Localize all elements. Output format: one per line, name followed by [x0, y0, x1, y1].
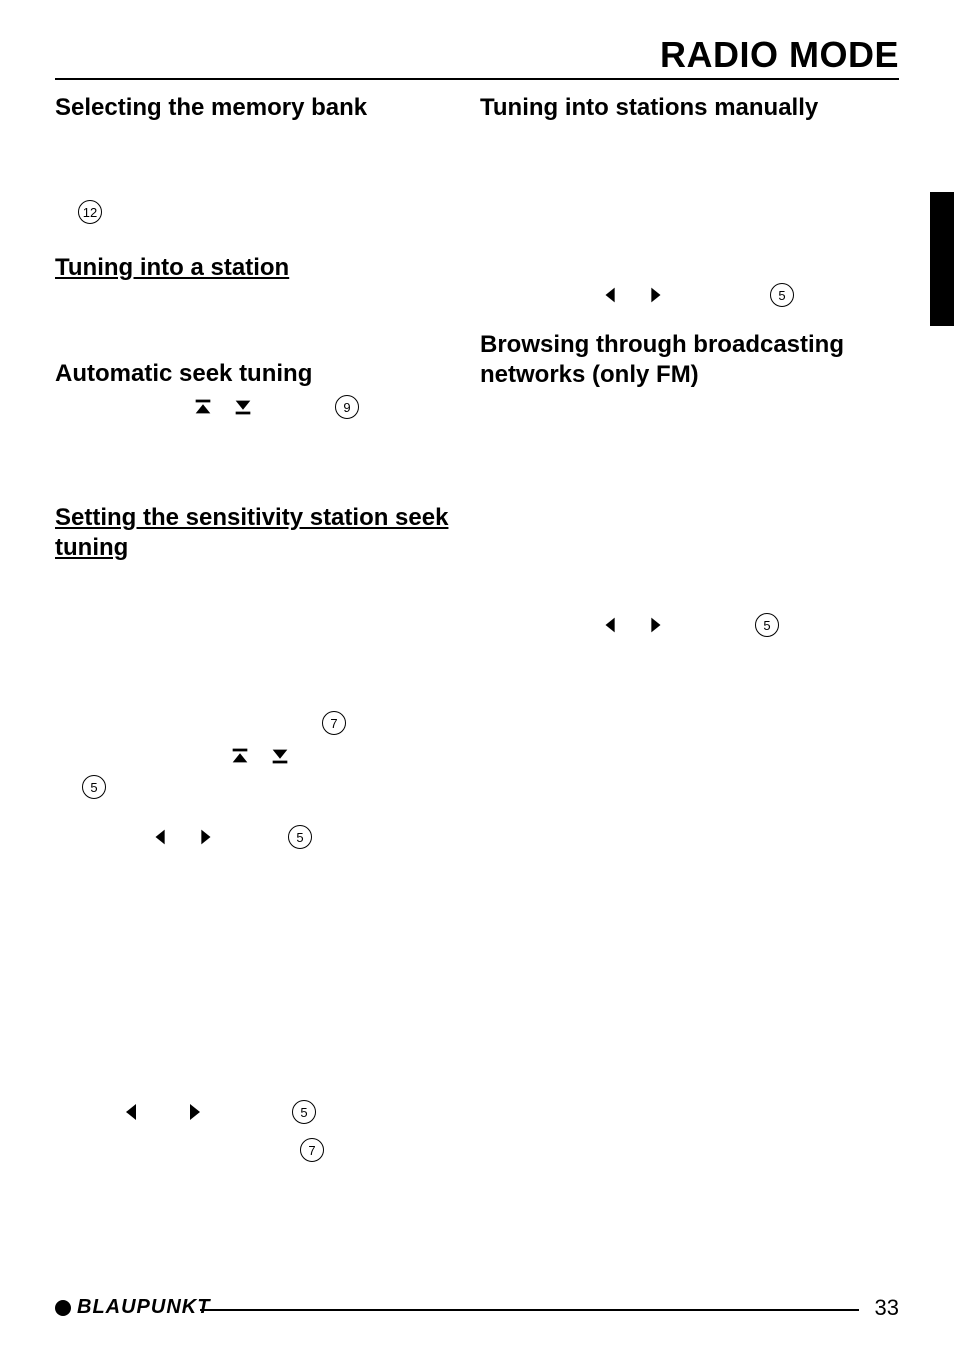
heading-memory-bank: Selecting the memory bank — [55, 93, 455, 123]
footer-divider — [200, 1309, 859, 1311]
heading-browsing-wrap: Browsing through broadcasting networks (… — [480, 330, 880, 390]
chevron-left-icon — [600, 284, 622, 306]
chevron-up-bar-icon — [192, 396, 214, 418]
chevron-down-bar-icon — [269, 745, 291, 767]
auto-seek-controls: 9 — [192, 395, 359, 419]
page-number: 33 — [875, 1295, 899, 1321]
heading-auto-seek: Automatic seek tuning — [55, 359, 312, 389]
reference-12: 12 — [78, 200, 102, 224]
circled-number-7: 7 — [300, 1138, 324, 1162]
chevron-right-icon — [182, 1100, 206, 1124]
circled-number-7: 7 — [322, 711, 346, 735]
header-divider — [55, 78, 899, 80]
circled-number-12: 12 — [78, 200, 102, 224]
heading-auto-seek-wrap: Automatic seek tuning — [55, 359, 312, 389]
reference-7b: 7 — [300, 1138, 324, 1162]
chevron-down-bar-icon — [232, 396, 254, 418]
page-title: RADIO MODE — [660, 34, 899, 76]
sensitivity-leftright: 5 — [150, 825, 312, 849]
circled-number-5: 5 — [292, 1100, 316, 1124]
brand-dot-icon — [55, 1300, 71, 1316]
circled-number-5: 5 — [82, 775, 106, 799]
circled-number-9: 9 — [335, 395, 359, 419]
chevron-right-icon — [194, 826, 216, 848]
heading-sensitivity-wrap: Setting the sensitivity station seek tun… — [55, 503, 455, 563]
heading-sensitivity: Setting the sensitivity station seek tun… — [55, 503, 455, 563]
heading-tuning-station: Tuning into a station — [55, 253, 289, 283]
chevron-left-icon — [150, 826, 172, 848]
chevron-left-icon — [600, 614, 622, 636]
right-column: Tuning into stations manually — [480, 93, 880, 123]
heading-browsing: Browsing through broadcasting networks (… — [480, 330, 880, 390]
chevron-left-icon — [120, 1100, 144, 1124]
brand-logo: BLAUPUNKT — [55, 1296, 210, 1319]
circled-number-5: 5 — [755, 613, 779, 637]
sensitivity-updown — [229, 745, 291, 767]
bottom-leftright: 5 — [120, 1100, 316, 1124]
chevron-up-bar-icon — [229, 745, 251, 767]
heading-tuning-station-wrap: Tuning into a station — [55, 253, 289, 283]
manual-leftright: 5 — [600, 283, 794, 307]
reference-7a: 7 — [322, 711, 346, 735]
circled-number-5: 5 — [288, 825, 312, 849]
circled-number-5: 5 — [770, 283, 794, 307]
heading-manual-tuning: Tuning into stations manually — [480, 93, 880, 123]
left-column: Selecting the memory bank — [55, 93, 455, 123]
browsing-leftright: 5 — [600, 613, 779, 637]
reference-5a: 5 — [82, 775, 106, 799]
chevron-right-icon — [644, 284, 666, 306]
chevron-right-icon — [644, 614, 666, 636]
brand-text: BLAUPUNKT — [77, 1296, 210, 1319]
side-tab — [930, 192, 954, 326]
